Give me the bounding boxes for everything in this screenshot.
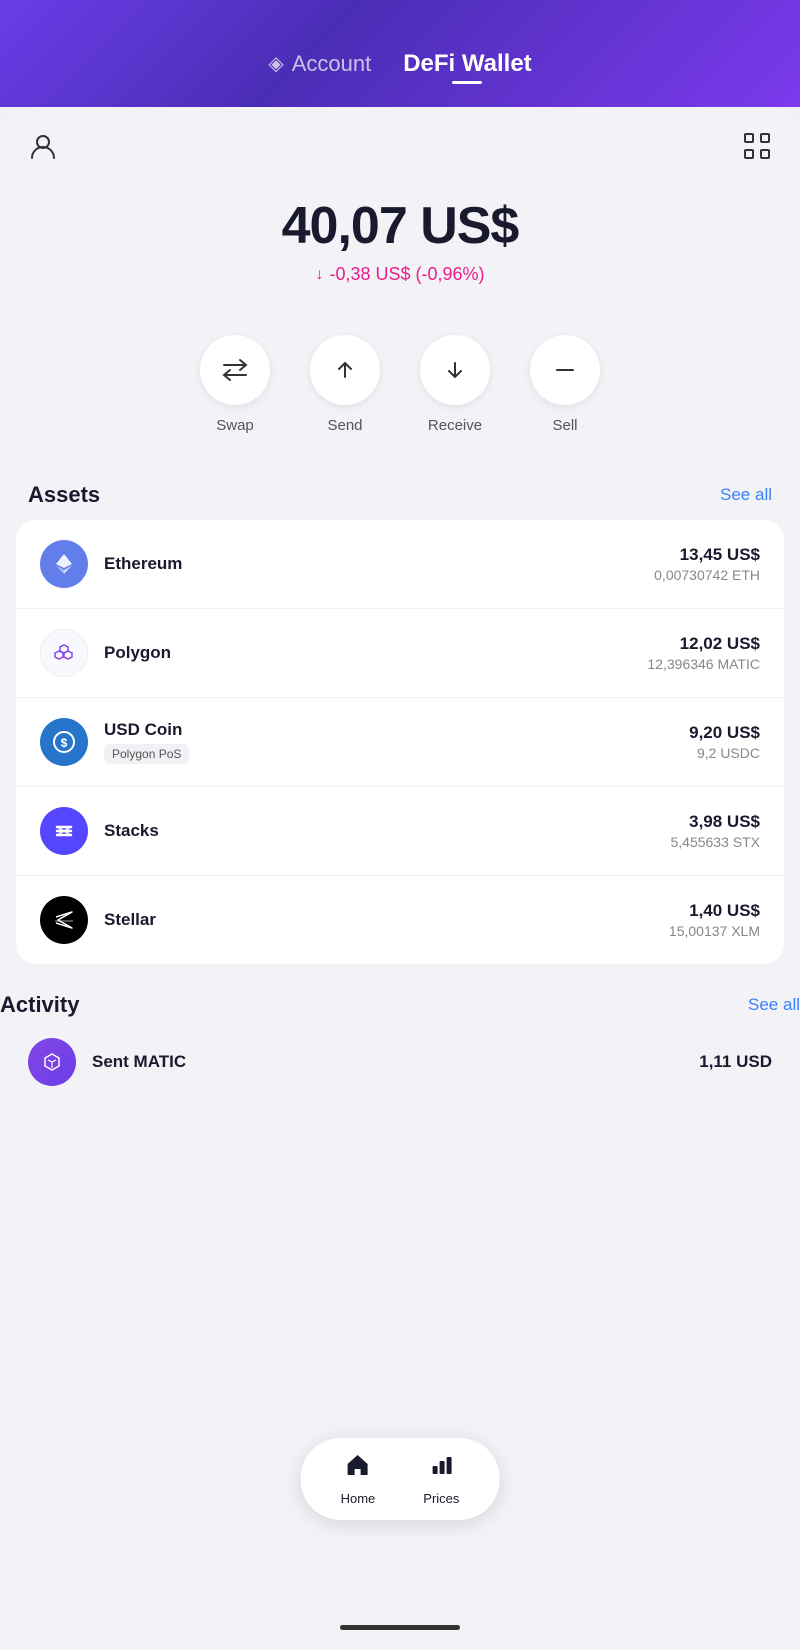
sell-icon-circle	[530, 335, 600, 405]
ethereum-icon	[40, 540, 88, 588]
home-nav-label: Home	[341, 1491, 376, 1506]
down-arrow-icon: ↓	[315, 266, 323, 284]
asset-row-polygon[interactable]: Polygon 12,02 US$ 12,396346 MATIC	[16, 609, 784, 698]
ethereum-info: Ethereum	[104, 554, 654, 574]
activity-title: Activity	[0, 992, 79, 1018]
asset-row-stacks[interactable]: Stacks 3,98 US$ 5,455633 STX	[16, 787, 784, 876]
polygon-info: Polygon	[104, 643, 647, 663]
matic-activity-value: 1,11 USD	[699, 1052, 772, 1072]
asset-row-ethereum[interactable]: Ethereum 13,45 US$ 0,00730742 ETH	[16, 520, 784, 609]
ethereum-name: Ethereum	[104, 554, 654, 574]
header: ◈ Account DeFi Wallet	[0, 0, 800, 107]
defi-tab[interactable]: DeFi Wallet	[403, 50, 531, 78]
receive-icon-circle	[420, 335, 490, 405]
sell-button[interactable]: Sell	[530, 335, 600, 434]
stellar-info: Stellar	[104, 910, 669, 930]
defi-label: DeFi Wallet	[403, 50, 531, 77]
polygon-crypto: 12,396346 MATIC	[647, 656, 760, 672]
receive-label: Receive	[428, 417, 482, 434]
sell-label: Sell	[552, 417, 577, 434]
assets-title: Assets	[28, 482, 100, 508]
prices-nav-item[interactable]: Prices	[423, 1452, 459, 1506]
usdc-info: USD Coin Polygon PoS	[104, 720, 689, 764]
assets-list: Ethereum 13,45 US$ 0,00730742 ETH Polygo…	[16, 520, 784, 964]
stellar-name: Stellar	[104, 910, 669, 930]
svg-text:$: $	[61, 736, 68, 750]
account-tab[interactable]: ◈ Account	[268, 51, 371, 77]
asset-row-usdc[interactable]: $ USD Coin Polygon PoS 9,20 US$ 9,2 USDC	[16, 698, 784, 787]
action-buttons: Swap Send Receive Sell	[0, 295, 800, 454]
matic-activity-name: Sent MATIC	[92, 1052, 699, 1072]
home-nav-item[interactable]: Home	[341, 1452, 376, 1506]
swap-icon-circle	[200, 335, 270, 405]
polygon-name: Polygon	[104, 643, 647, 663]
stacks-values: 3,98 US$ 5,455633 STX	[670, 812, 760, 850]
usdc-usd: 9,20 US$	[689, 723, 760, 743]
usdc-values: 9,20 US$ 9,2 USDC	[689, 723, 760, 761]
usdc-badge: Polygon PoS	[104, 744, 189, 764]
polygon-usd: 12,02 US$	[647, 634, 760, 654]
home-icon	[345, 1452, 371, 1485]
prices-icon	[428, 1452, 454, 1485]
usdc-name: USD Coin	[104, 720, 689, 740]
usdc-icon: $	[40, 718, 88, 766]
stacks-crypto: 5,455633 STX	[670, 834, 760, 850]
top-icons-row	[0, 107, 800, 176]
usdc-crypto: 9,2 USDC	[689, 745, 760, 761]
matic-activity-info: Sent MATIC	[92, 1052, 699, 1072]
stacks-usd: 3,98 US$	[670, 812, 760, 832]
stellar-icon	[40, 896, 88, 944]
profile-icon[interactable]	[28, 131, 58, 168]
asset-row-stellar[interactable]: Stellar 1,40 US$ 15,00137 XLM	[16, 876, 784, 964]
receive-button[interactable]: Receive	[420, 335, 490, 434]
main-card: 40,07 US$ ↓ -0,38 US$ (-0,96%) Swap Send	[0, 107, 800, 1650]
ethereum-usd: 13,45 US$	[654, 545, 760, 565]
matic-activity-icon	[28, 1038, 76, 1086]
diamond-icon: ◈	[268, 51, 283, 76]
stellar-values: 1,40 US$ 15,00137 XLM	[669, 901, 760, 939]
bottom-nav: Home Prices	[301, 1438, 500, 1520]
assets-see-all-button[interactable]: See all	[720, 485, 772, 505]
stacks-info: Stacks	[104, 821, 670, 841]
stellar-usd: 1,40 US$	[669, 901, 760, 921]
activity-see-all-button[interactable]: See all	[748, 995, 800, 1015]
send-label: Send	[327, 417, 362, 434]
send-button[interactable]: Send	[310, 335, 380, 434]
home-indicator	[340, 1625, 460, 1630]
balance-amount: 40,07 US$	[20, 196, 780, 256]
swap-button[interactable]: Swap	[200, 335, 270, 434]
send-icon-circle	[310, 335, 380, 405]
balance-change: ↓ -0,38 US$ (-0,96%)	[20, 264, 780, 285]
ethereum-values: 13,45 US$ 0,00730742 ETH	[654, 545, 760, 583]
prices-nav-label: Prices	[423, 1491, 459, 1506]
polygon-values: 12,02 US$ 12,396346 MATIC	[647, 634, 760, 672]
scan-icon[interactable]	[742, 131, 772, 168]
activity-section-header: Activity See all	[0, 992, 800, 1018]
stacks-icon	[40, 807, 88, 855]
stellar-crypto: 15,00137 XLM	[669, 923, 760, 939]
assets-section-header: Assets See all	[0, 454, 800, 520]
polygon-icon	[40, 629, 88, 677]
swap-label: Swap	[216, 417, 254, 434]
balance-section: 40,07 US$ ↓ -0,38 US$ (-0,96%)	[0, 176, 800, 295]
ethereum-crypto: 0,00730742 ETH	[654, 567, 760, 583]
account-label: Account	[292, 51, 372, 77]
activity-row-matic[interactable]: Sent MATIC 1,11 USD	[0, 1018, 800, 1107]
stacks-name: Stacks	[104, 821, 670, 841]
balance-change-text: -0,38 US$ (-0,96%)	[329, 264, 484, 285]
